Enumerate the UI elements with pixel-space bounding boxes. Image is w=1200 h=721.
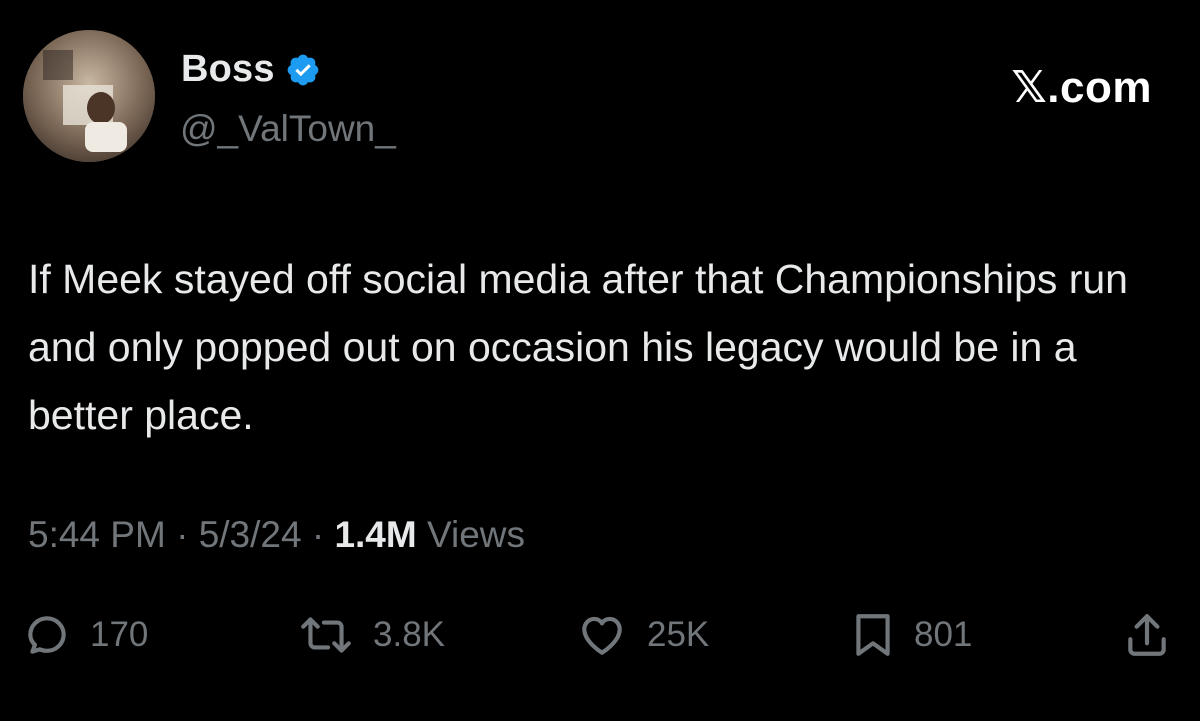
action-bar: 170 3.8K 25K 801: [0, 605, 1200, 665]
views-count[interactable]: 1.4M: [334, 514, 416, 555]
meta-separator: ·: [165, 514, 199, 555]
share-icon: [1122, 610, 1172, 660]
bookmark-button[interactable]: 801: [850, 605, 972, 665]
reply-button[interactable]: 170: [22, 605, 148, 665]
tweet-meta: 5:44 PM · 5/3/24 · 1.4M Views: [28, 514, 525, 556]
brand-logo: 𝕏.com: [1011, 63, 1152, 112]
tweet-time[interactable]: 5:44 PM: [28, 514, 166, 555]
heart-icon: [575, 610, 629, 660]
reply-icon: [22, 610, 72, 660]
tweet-text: If Meek stayed off social media after th…: [28, 256, 1128, 438]
repost-icon: [297, 610, 355, 660]
verified-badge-icon[interactable]: [285, 52, 321, 88]
avatar-image: [23, 30, 155, 162]
avatar[interactable]: [23, 30, 155, 162]
bookmark-icon: [850, 610, 896, 660]
bookmark-count: 801: [914, 615, 973, 654]
like-button[interactable]: 25K: [575, 605, 709, 665]
repost-count: 3.8K: [373, 615, 445, 654]
meta-separator: ·: [301, 514, 335, 555]
repost-button[interactable]: 3.8K: [297, 605, 445, 665]
author-name-row: Boss: [181, 48, 321, 91]
display-name[interactable]: Boss: [181, 48, 275, 91]
reply-count: 170: [90, 615, 149, 654]
share-button[interactable]: [1122, 605, 1172, 665]
author-handle[interactable]: @_ValTown_: [180, 108, 396, 150]
like-count: 25K: [647, 615, 710, 654]
views-label: Views: [416, 514, 526, 555]
tweet-date[interactable]: 5/3/24: [199, 514, 302, 555]
